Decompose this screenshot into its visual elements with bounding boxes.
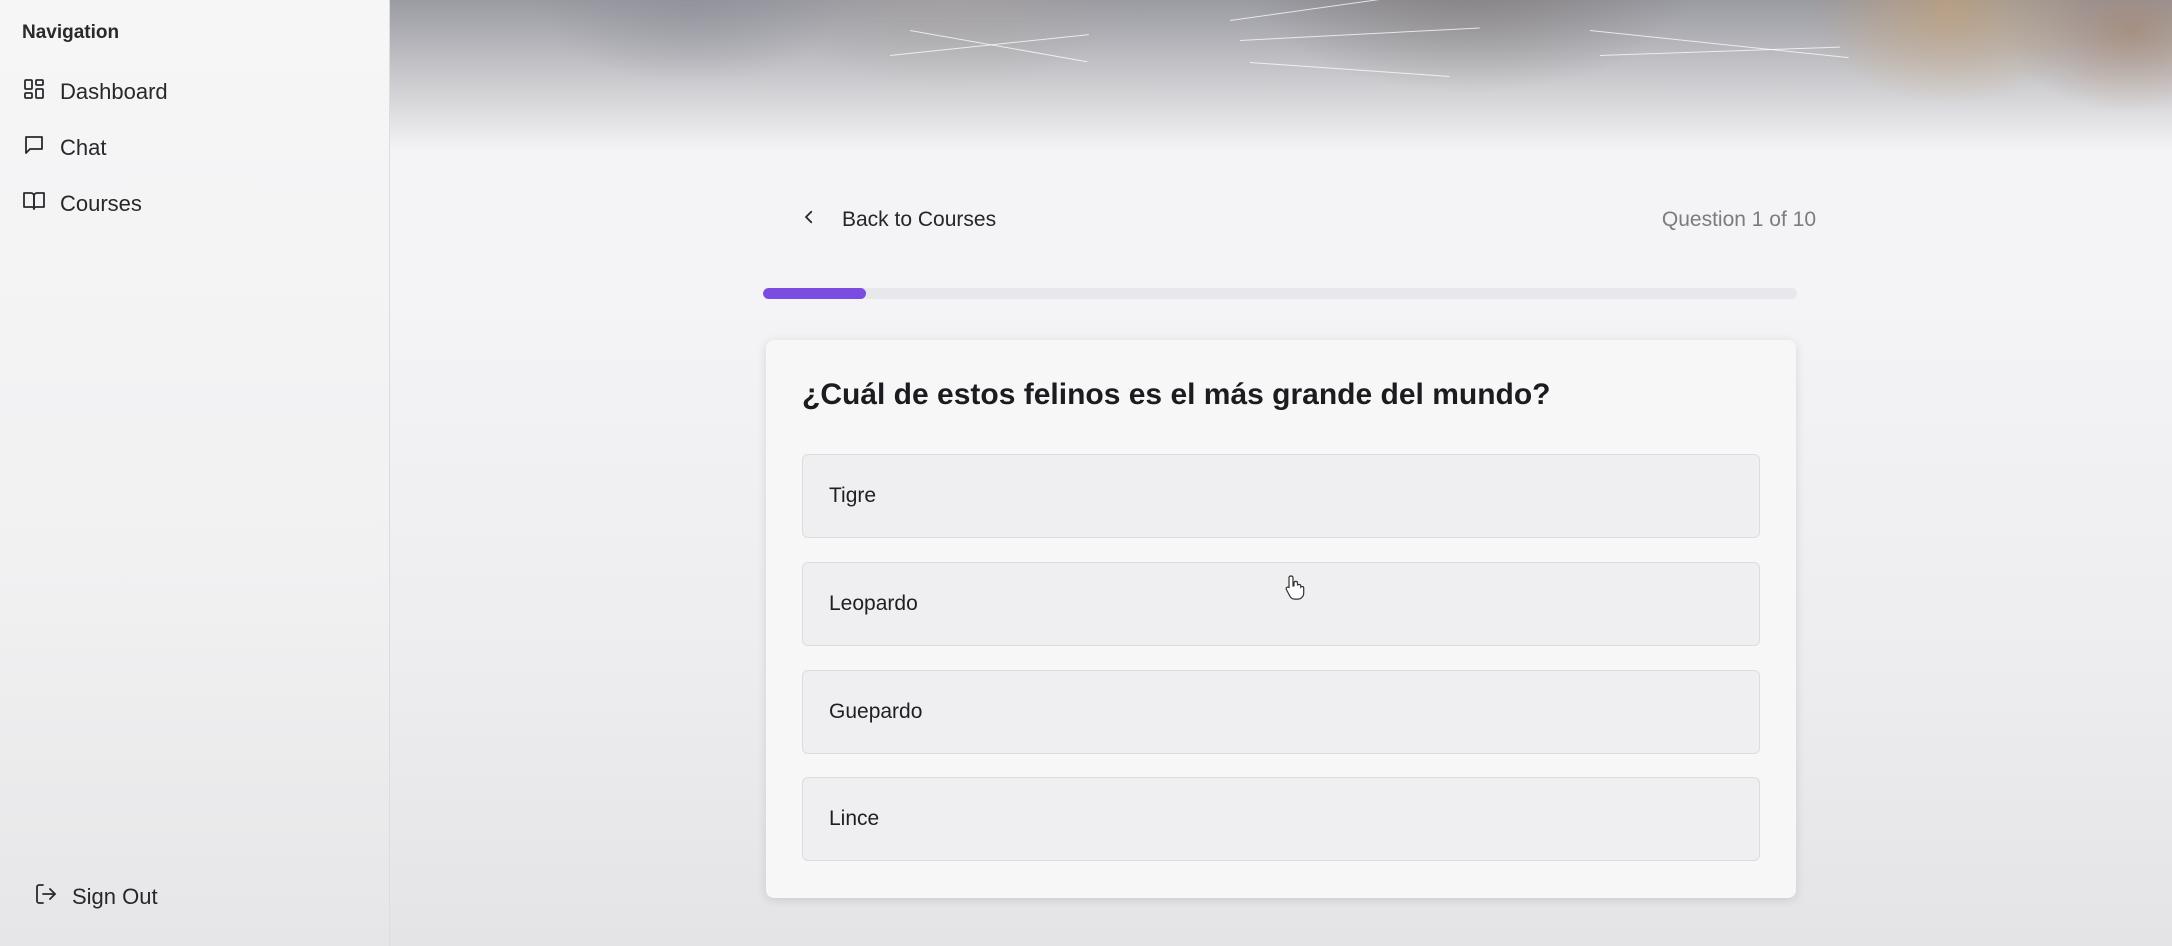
nav-heading: Navigation	[22, 22, 120, 43]
sidebar-item-dashboard[interactable]: Dashboard	[22, 64, 168, 120]
answer-option-tigre[interactable]: Tigre	[802, 454, 1760, 538]
main-content: Back to Courses Question 1 of 10 ¿Cuál d…	[390, 0, 2172, 946]
answer-option-lince[interactable]: Lince	[802, 777, 1760, 861]
hand-pointer-cursor-icon	[1284, 574, 1306, 600]
sign-out-button[interactable]: Sign Out	[34, 882, 158, 912]
sidebar: Navigation Dashboard Chat Courses Sign O…	[0, 0, 390, 946]
app-window: Navigation Dashboard Chat Courses Sign O…	[0, 0, 2172, 946]
question-text: ¿Cuál de estos felinos es el más grande …	[802, 378, 1551, 411]
nav-list: Dashboard Chat Courses	[22, 64, 168, 232]
option-label: Tigre	[829, 484, 877, 507]
back-to-courses-button[interactable]: Back to Courses	[782, 208, 996, 232]
sidebar-item-chat[interactable]: Chat	[22, 120, 168, 176]
logout-icon	[34, 882, 58, 912]
option-label: Guepardo	[829, 700, 923, 723]
sidebar-item-label: Dashboard	[60, 79, 168, 104]
sidebar-item-courses[interactable]: Courses	[22, 176, 168, 232]
chat-icon	[22, 133, 46, 163]
progress-bar	[763, 288, 1797, 299]
progress-fill	[763, 288, 867, 299]
dashboard-icon	[22, 77, 46, 107]
book-icon	[22, 189, 46, 219]
sign-out-label: Sign Out	[72, 884, 158, 909]
answer-option-guepardo[interactable]: Guepardo	[802, 670, 1760, 754]
chevron-left-icon	[800, 208, 818, 232]
hero-banner-image	[390, 0, 2172, 150]
option-label: Lince	[829, 807, 880, 830]
question-card: ¿Cuál de estos felinos es el más grande …	[766, 340, 1796, 898]
option-label: Leopardo	[829, 592, 918, 615]
sidebar-item-label: Courses	[60, 191, 142, 216]
back-label: Back to Courses	[842, 208, 997, 231]
sidebar-item-label: Chat	[60, 135, 107, 160]
question-counter: Question 1 of 10	[1661, 208, 1816, 231]
answer-option-leopardo[interactable]: Leopardo	[802, 562, 1760, 646]
quiz-header: Back to Courses Question 1 of 10	[782, 198, 1816, 242]
